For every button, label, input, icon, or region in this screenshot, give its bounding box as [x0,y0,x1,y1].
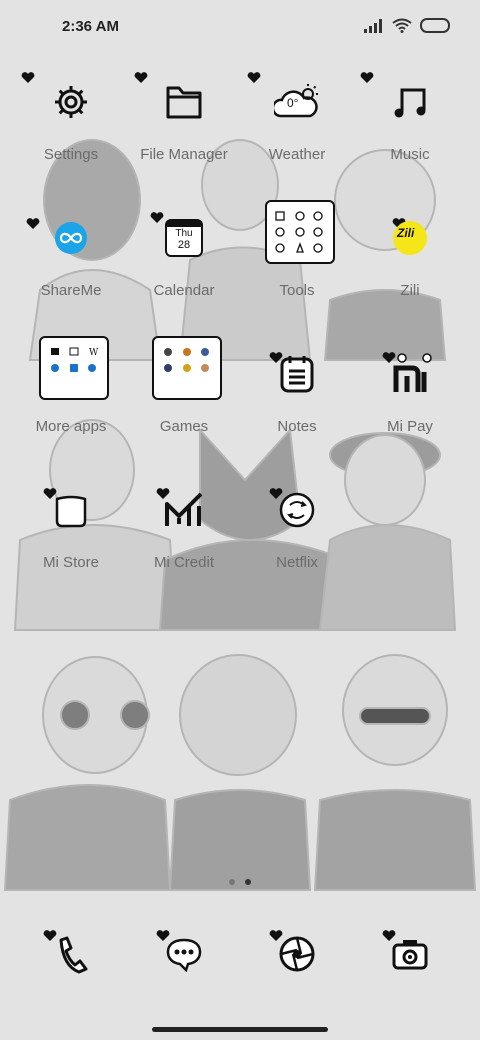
app-shareme[interactable]: ShareMe [11,208,131,318]
calendar-date: 28 [177,239,191,251]
app-label: Mi Pay [387,418,433,435]
app-label: Tools [279,282,315,299]
phone-icon [59,936,88,974]
app-label: Notes [277,418,317,435]
more-apps-folder-icon: W [39,336,109,400]
games-folder-icon [152,336,222,400]
app-label: Weather [268,146,326,163]
app-file-manager[interactable]: File Manager [124,72,244,182]
notes-icon [280,356,314,393]
app-weather[interactable]: 0° Weather [237,72,357,182]
zili-icon: Zili [393,221,427,255]
calendar-icon: Thu 28 [165,219,203,257]
app-label: File Manager [140,146,228,163]
tools-folder-thumbnails [275,211,323,253]
app-label: ShareMe [40,282,102,299]
mi-store-icon [55,495,87,528]
more-apps-folder-thumbnails: W [51,347,99,372]
app-label: Netflix [276,554,318,571]
dock [0,924,480,984]
app-music[interactable]: Music [350,72,470,182]
app-calendar[interactable]: Thu 28 Calendar [124,208,244,318]
dock-messages[interactable] [124,924,244,984]
heart-badge-icon [21,72,35,83]
zili-brand: Zili [397,226,415,240]
dock-browser[interactable] [237,924,357,984]
app-notes[interactable]: Notes [237,344,357,454]
page-dot[interactable] [229,879,235,885]
app-label: Settings [43,146,99,163]
heart-badge-icon [360,72,374,83]
svg-text:W: W [89,348,99,358]
app-mi-credit[interactable]: Mi Credit [124,480,244,590]
app-label: Mi Store [43,554,99,571]
status-time: 2:36 AM [62,18,119,35]
folder-games[interactable]: Games [124,336,244,454]
gear-icon [55,86,87,118]
message-bubble-icon [166,938,202,972]
mi-credit-icon [165,492,203,526]
app-mi-pay[interactable]: Mi Pay [350,344,470,454]
folder-tools[interactable]: Tools [237,200,357,318]
home-indicator-bar[interactable] [152,1027,328,1032]
heart-badge-icon [134,72,148,83]
app-label: Games [159,418,209,435]
heart-badge-icon [26,218,40,229]
mi-pay-icon [393,353,432,392]
battery-icon [420,18,450,33]
app-mi-store[interactable]: Mi Store [11,480,131,590]
music-note-icon [394,88,426,118]
folder-more-apps[interactable]: W More apps [11,336,131,454]
browser-aperture-icon [279,936,315,972]
folder-icon [166,86,202,119]
netflix-icon [279,492,315,528]
dock-camera[interactable] [350,924,470,984]
tools-folder-icon [265,200,335,264]
app-label: Calendar [153,282,215,299]
dock-phone[interactable] [11,924,131,984]
app-zili[interactable]: Zili Zili [350,208,470,318]
calendar-day: Thu [175,228,193,239]
status-bar: 2:36 AM [0,0,480,56]
games-folder-thumbnails [164,348,209,372]
app-settings[interactable]: Settings [11,72,131,182]
heart-badge-icon [247,72,261,83]
app-label: Zili [400,282,420,299]
shareme-icon [55,222,87,254]
page-indicator[interactable] [229,879,251,885]
weather-temp: 0° [287,96,299,110]
camera-icon [392,940,428,970]
app-label: Mi Credit [153,554,214,571]
wifi-icon [392,18,412,33]
app-label: Music [390,146,430,163]
signal-bars-icon [364,18,382,33]
page-dot-active[interactable] [245,879,251,885]
app-netflix[interactable]: Netflix [237,480,357,590]
app-label: More apps [35,418,107,435]
